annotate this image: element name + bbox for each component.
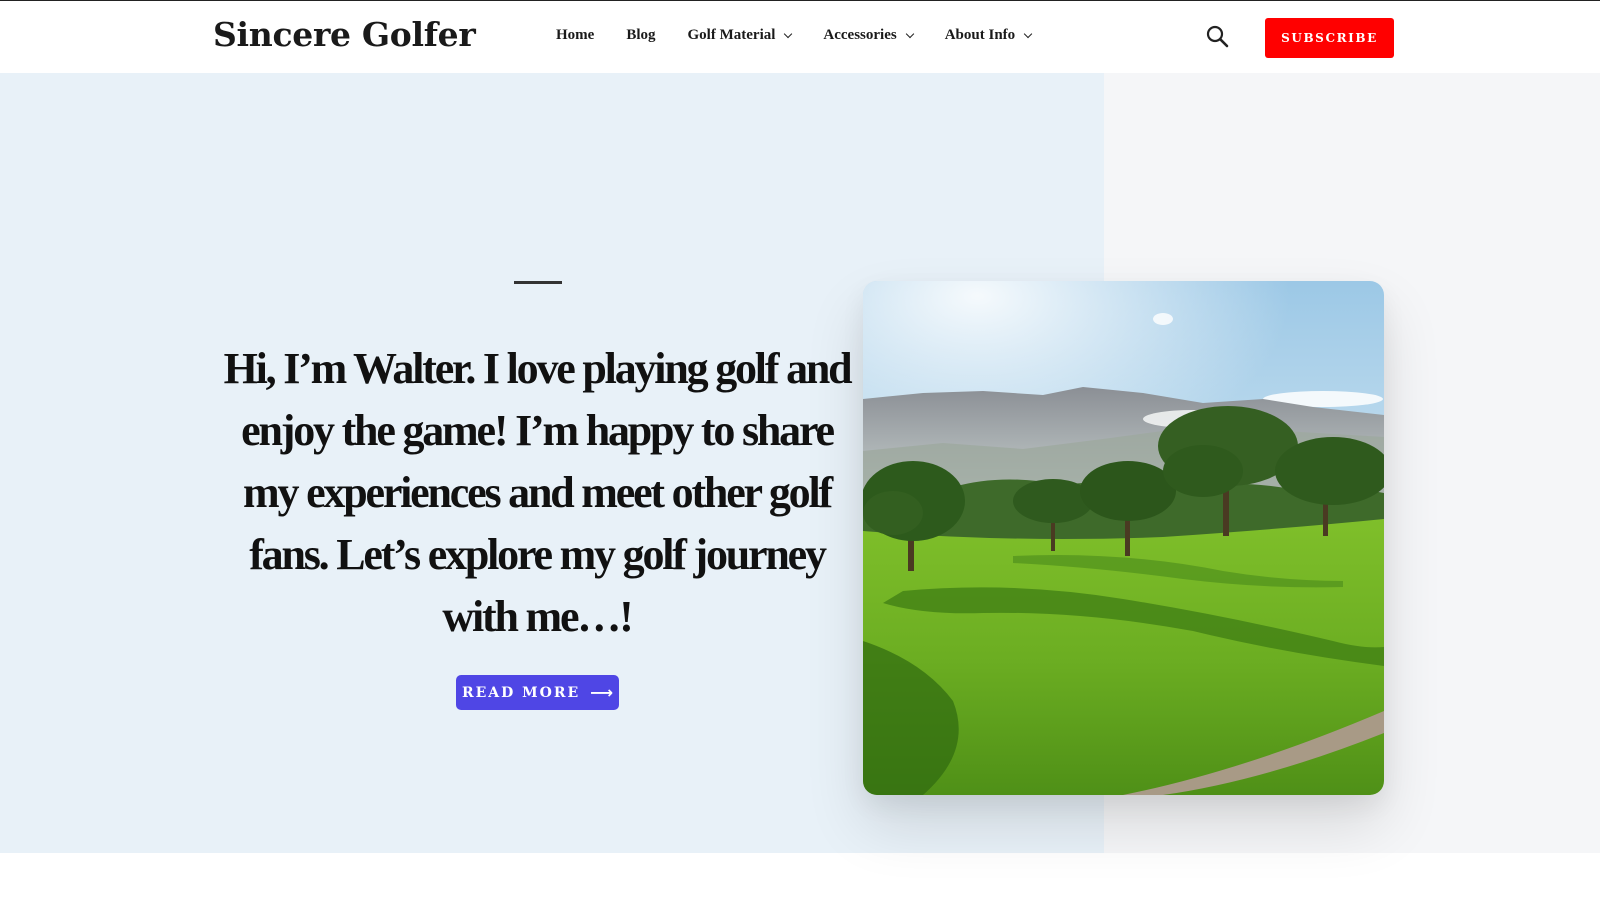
- hero-heading: Hi, I’m Walter. I love playing golf and …: [223, 344, 853, 641]
- subscribe-button[interactable]: SUBSCRIBE: [1265, 18, 1394, 58]
- nav-item-label: Blog: [626, 27, 656, 43]
- chevron-down-icon: [1023, 29, 1033, 39]
- read-more-button[interactable]: READ MORE ⟶: [456, 675, 619, 710]
- nav-item-label: Accessories: [823, 27, 897, 43]
- chevron-down-icon: [784, 29, 793, 39]
- nav-item-about-info[interactable]: About Info: [944, 27, 1033, 44]
- nav-item-label: Golf Material: [687, 27, 776, 43]
- nav-item-golf-material[interactable]: Golf Material: [687, 27, 793, 44]
- main-nav: Home Blog Golf Material Accessories Abou…: [556, 27, 1063, 44]
- site-header: Sincere Golfer Home Blog Golf Material A…: [0, 1, 1600, 73]
- search-icon[interactable]: [1205, 24, 1231, 50]
- nav-item-label: About Info: [944, 27, 1016, 43]
- nav-item-accessories[interactable]: Accessories: [823, 27, 914, 44]
- site-logo[interactable]: Sincere Golfer: [213, 15, 476, 54]
- read-more-label: READ MORE: [461, 684, 581, 701]
- nav-item-home[interactable]: Home: [556, 27, 594, 44]
- arrow-right-icon: ⟶: [590, 683, 614, 702]
- hero-image: [863, 281, 1384, 795]
- chevron-down-icon: [905, 29, 914, 39]
- nav-item-label: Home: [556, 27, 595, 43]
- hero-divider: [514, 281, 562, 284]
- nav-item-blog[interactable]: Blog: [626, 27, 655, 44]
